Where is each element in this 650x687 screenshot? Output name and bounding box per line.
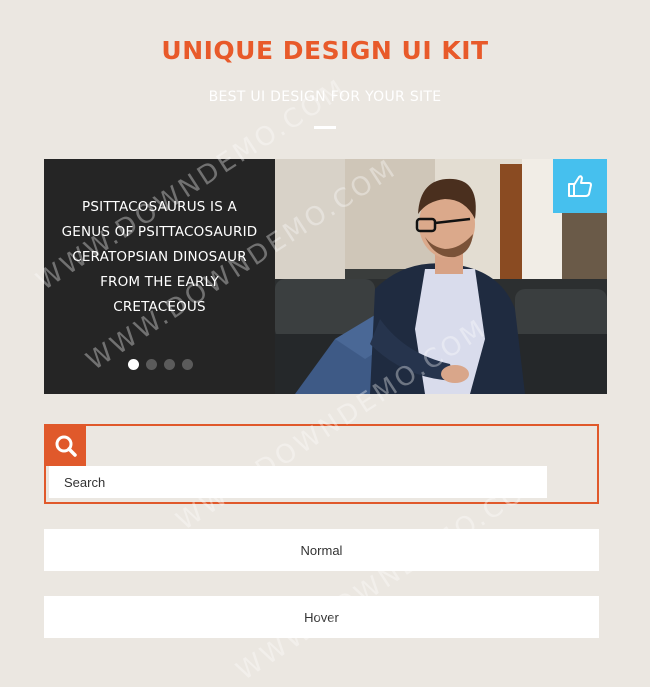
search-input[interactable] xyxy=(49,466,547,498)
slider-dot-3[interactable] xyxy=(164,359,175,370)
page-title: UNIQUE DESIGN UI KIT xyxy=(161,36,489,65)
slider-photo xyxy=(275,159,607,394)
hover-button[interactable]: Hover xyxy=(44,596,599,638)
page-subtitle: BEST UI DESIGN FOR YOUR SITE xyxy=(208,89,442,105)
slider-pagination xyxy=(128,359,193,370)
slider-text-panel: PSITTACOSAURUS IS A GENUS OF PSITTACOSAU… xyxy=(44,159,275,394)
like-button[interactable] xyxy=(553,159,607,213)
hero-slider[interactable]: PSITTACOSAURUS IS A GENUS OF PSITTACOSAU… xyxy=(44,159,607,394)
slider-caption: PSITTACOSAURUS IS A GENUS OF PSITTACOSAU… xyxy=(61,199,258,315)
slider-dot-1[interactable] xyxy=(128,359,139,370)
search-button[interactable] xyxy=(46,426,86,466)
search-box xyxy=(44,424,599,504)
thumbs-up-icon xyxy=(568,175,592,197)
normal-button[interactable]: Normal xyxy=(44,529,599,571)
title-divider xyxy=(314,126,336,129)
slider-dot-2[interactable] xyxy=(146,359,157,370)
search-icon xyxy=(55,435,77,457)
slider-dot-4[interactable] xyxy=(182,359,193,370)
